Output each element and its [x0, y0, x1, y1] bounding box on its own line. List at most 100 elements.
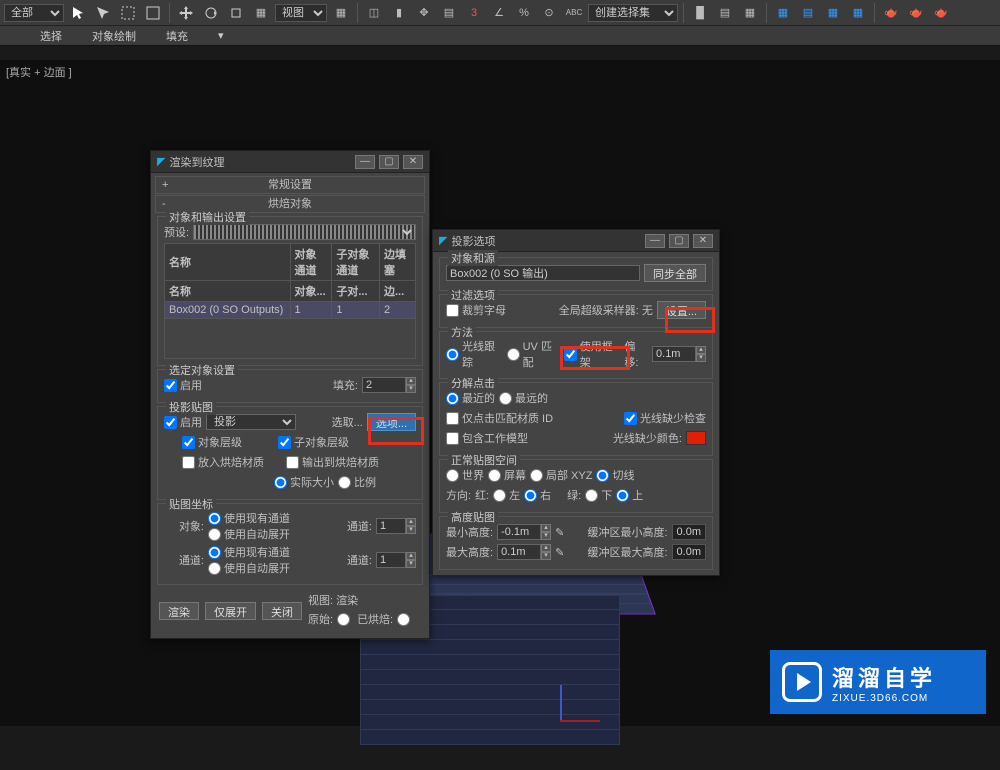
render-button[interactable]: 渲染: [159, 602, 199, 620]
ref-coord-icon[interactable]: ▦: [330, 2, 352, 24]
original-radio[interactable]: [337, 613, 353, 626]
coord-dropdown[interactable]: 视图: [275, 4, 327, 22]
enable-checkbox[interactable]: 启用: [164, 377, 202, 393]
close-button[interactable]: ✕: [403, 155, 423, 169]
tangent-radio[interactable]: 切线: [596, 467, 634, 483]
accordion-general[interactable]: +常规设置: [155, 176, 425, 194]
channel-spinner[interactable]: ▴▾: [376, 518, 416, 534]
set-dropdown[interactable]: 创建选择集: [588, 4, 678, 22]
mirror-icon[interactable]: ▐▌: [689, 2, 711, 24]
down-radio[interactable]: 下: [585, 487, 612, 503]
use-existing-radio2[interactable]: 使用现有通道: [208, 544, 290, 560]
scale-icon[interactable]: [225, 2, 247, 24]
max-h-label: 最大高度:: [446, 544, 493, 560]
unwrap-button[interactable]: 仅展开: [205, 602, 256, 620]
put-bake-checkbox[interactable]: 放入烘焙材质: [182, 454, 264, 470]
include-work-checkbox[interactable]: 包含工作模型: [446, 430, 528, 446]
world-radio[interactable]: 世界: [446, 467, 484, 483]
marquee-icon[interactable]: [117, 2, 139, 24]
align-icon[interactable]: ▤: [714, 2, 736, 24]
right-radio[interactable]: 右: [524, 487, 551, 503]
offset-spinner[interactable]: ▴▾: [652, 346, 706, 362]
ray-radio[interactable]: 光线跟踪: [446, 338, 503, 370]
material-editor-icon[interactable]: ▦: [822, 2, 844, 24]
uvmatch-radio[interactable]: UV 匹配: [507, 338, 560, 370]
menu-objpaint[interactable]: 对象绘制: [92, 28, 136, 44]
only-match-checkbox[interactable]: 仅点击匹配材质 ID: [446, 410, 553, 426]
rotate-icon[interactable]: [200, 2, 222, 24]
ray-miss-color-swatch[interactable]: [686, 431, 706, 445]
bookmark-icon[interactable]: ▮: [388, 2, 410, 24]
screen-radio[interactable]: 屏幕: [488, 467, 526, 483]
max-h-spinner[interactable]: ▴▾: [497, 544, 551, 560]
close-button[interactable]: ✕: [693, 234, 713, 248]
local-radio[interactable]: 局部 XYZ: [530, 467, 592, 483]
select-icon[interactable]: [92, 2, 114, 24]
use-cage-checkbox[interactable]: 使用框架: [564, 338, 621, 370]
baked-radio[interactable]: [397, 613, 413, 626]
pick-label[interactable]: 选取...: [332, 414, 363, 430]
min-h-spinner[interactable]: ▴▾: [497, 524, 551, 540]
filter-dropdown[interactable]: 全部: [4, 4, 64, 22]
close-button[interactable]: 关闭: [262, 602, 302, 620]
move-icon[interactable]: [175, 2, 197, 24]
preset-label: 预设:: [164, 224, 189, 240]
ratio-radio[interactable]: 比例: [338, 474, 376, 490]
setup-button[interactable]: 设置...: [657, 301, 706, 319]
window-icon[interactable]: [142, 2, 164, 24]
nearest-radio[interactable]: 最近的: [446, 390, 495, 406]
dialog-titlebar[interactable]: ◤ 投影选项 — ▢ ✕: [433, 230, 719, 252]
proj-enable-checkbox[interactable]: 启用: [164, 414, 202, 430]
farthest-radio[interactable]: 最远的: [499, 390, 548, 406]
eyedropper-icon[interactable]: ✎: [555, 526, 564, 539]
snap-toggle-icon[interactable]: ⊙: [538, 2, 560, 24]
minimize-button[interactable]: —: [645, 234, 665, 248]
up-radio[interactable]: 上: [616, 487, 643, 503]
out-bake-checkbox[interactable]: 输出到烘焙材质: [286, 454, 379, 470]
teapot3-icon[interactable]: 🫖: [930, 2, 952, 24]
render-setup-icon[interactable]: ▦: [847, 2, 869, 24]
crop-checkbox[interactable]: 裁剪字母: [446, 302, 506, 318]
layer-icon[interactable]: ▦: [739, 2, 761, 24]
use-existing-radio[interactable]: 使用现有通道: [208, 510, 290, 526]
actual-radio[interactable]: 实际大小: [274, 474, 334, 490]
snap-3-icon[interactable]: 3: [463, 2, 485, 24]
maximize-button[interactable]: ▢: [379, 155, 399, 169]
menu-select[interactable]: 选择: [40, 28, 62, 44]
maximize-button[interactable]: ▢: [669, 234, 689, 248]
options-button[interactable]: 选项...: [367, 413, 416, 431]
use-auto-radio2[interactable]: 使用自动展开: [208, 560, 290, 576]
teapot2-icon[interactable]: 🫖: [905, 2, 927, 24]
subobj-level-checkbox[interactable]: 子对象层级: [278, 434, 349, 450]
eyedropper-icon[interactable]: ✎: [555, 546, 564, 559]
projection-dropdown[interactable]: 投影: [206, 414, 296, 430]
channel-spinner2[interactable]: ▴▾: [376, 552, 416, 568]
dialog-titlebar[interactable]: ◤ 渲染到纹理 — ▢ ✕: [151, 151, 429, 173]
menu-fill[interactable]: 填充: [166, 28, 188, 44]
abc-icon[interactable]: ABC: [563, 2, 585, 24]
schematic-icon[interactable]: ▤: [797, 2, 819, 24]
fill-spinner[interactable]: ▴▾: [362, 377, 416, 393]
obj-level-checkbox[interactable]: 对象层级: [182, 434, 242, 450]
objects-table[interactable]: 名称对象通道子对象通道边填塞 名称对象...子对...边... Box002 (…: [164, 243, 416, 359]
teapot1-icon[interactable]: 🫖: [880, 2, 902, 24]
arrow-cursor-icon[interactable]: [67, 2, 89, 24]
percent-snap-icon[interactable]: %: [513, 2, 535, 24]
minimize-button[interactable]: —: [355, 155, 375, 169]
preset-dropdown[interactable]: [193, 224, 416, 240]
min-h-label: 最小高度:: [446, 524, 493, 540]
curve-editor-icon[interactable]: ▦: [772, 2, 794, 24]
snap-icon[interactable]: ✥: [413, 2, 435, 24]
use-auto-radio[interactable]: 使用自动展开: [208, 526, 290, 542]
menu-more-icon[interactable]: ▾: [218, 29, 224, 42]
region-icon[interactable]: ◫: [363, 2, 385, 24]
left-radio[interactable]: 左: [493, 487, 520, 503]
ray-miss-check-checkbox[interactable]: 光线缺少检查: [624, 410, 706, 426]
dialog-title: 渲染到纹理: [169, 154, 224, 170]
layers-icon[interactable]: ▤: [438, 2, 460, 24]
source-field[interactable]: [446, 265, 640, 281]
placement-icon[interactable]: ▦: [250, 2, 272, 24]
sync-all-button[interactable]: 同步全部: [644, 264, 706, 282]
angle-snap-icon[interactable]: ∠: [488, 2, 510, 24]
table-row-name[interactable]: Box002 (0 SO Outputs): [165, 302, 291, 319]
